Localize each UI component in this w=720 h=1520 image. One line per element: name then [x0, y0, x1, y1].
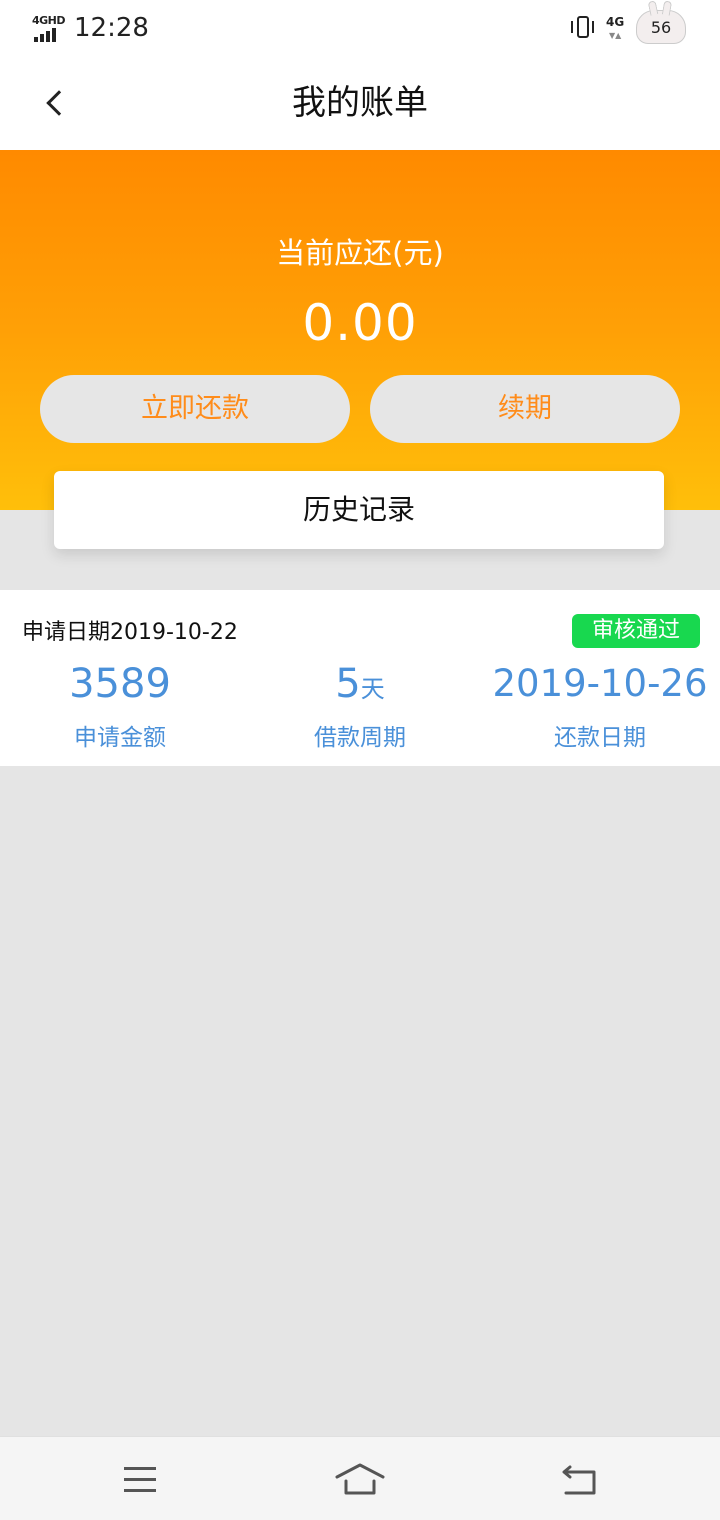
loan-period-stat: 5天 借款周期	[240, 656, 480, 752]
network-type-right: 4G	[606, 15, 625, 29]
page-title: 我的账单	[292, 83, 428, 123]
vibrate-icon	[570, 13, 596, 41]
bill-item[interactable]: 申请日期2019-10-22 审核通过 3589 申请金额 5天 借款周期 20…	[0, 590, 720, 766]
due-date-stat: 2019-10-26 还款日期	[480, 656, 720, 752]
summary-header: 当前应还(元) 0.00 立即还款 续期	[0, 150, 720, 510]
status-bar: 4GHD 12:28 4G ▼▲ 56	[0, 0, 720, 56]
apply-amount-value: 3589	[69, 661, 171, 707]
amount-due-value: 0.00	[302, 294, 418, 352]
title-bar: 我的账单	[0, 56, 720, 150]
apply-amount-label: 申请金额	[74, 725, 166, 751]
nav-menu-button[interactable]	[100, 1455, 180, 1505]
menu-icon	[124, 1467, 156, 1493]
nav-home-button[interactable]	[320, 1455, 400, 1505]
apply-amount-stat: 3589 申请金额	[0, 656, 240, 752]
battery-icon: 56	[636, 0, 686, 44]
renew-button[interactable]: 续期	[370, 375, 680, 443]
status-badge: 审核通过	[571, 614, 700, 648]
apply-date: 申请日期2019-10-22	[22, 620, 238, 645]
battery-level: 56	[650, 17, 672, 37]
loan-period-label: 借款周期	[314, 725, 406, 751]
status-right: 4G ▼▲ 56	[570, 0, 686, 44]
history-button[interactable]: 历史记录	[54, 471, 664, 549]
repay-now-button[interactable]: 立即还款	[40, 375, 350, 443]
screen: 4GHD 12:28 4G ▼▲ 56 我的账单 当前应还(元) 0.00 立即…	[0, 0, 720, 1520]
chevron-left-icon	[46, 90, 72, 116]
loan-period-value: 5	[335, 661, 361, 707]
return-icon	[562, 1465, 596, 1495]
back-button[interactable]	[30, 76, 80, 130]
due-date-label: 还款日期	[554, 725, 646, 751]
nav-back-button[interactable]	[540, 1455, 620, 1505]
loan-period-unit: 天	[360, 675, 385, 703]
status-time: 12:28	[74, 13, 149, 43]
amount-due-label: 当前应还(元)	[276, 236, 444, 270]
system-nav-bar	[0, 1436, 720, 1520]
network-type-left: 4GHD	[32, 14, 66, 27]
signal-icon: 4GHD	[32, 14, 66, 42]
due-date-value: 2019-10-26	[492, 662, 708, 705]
home-icon	[335, 1463, 385, 1495]
mobile-data-icon: 4G ▼▲	[606, 15, 625, 40]
status-left: 4GHD 12:28	[32, 12, 149, 44]
